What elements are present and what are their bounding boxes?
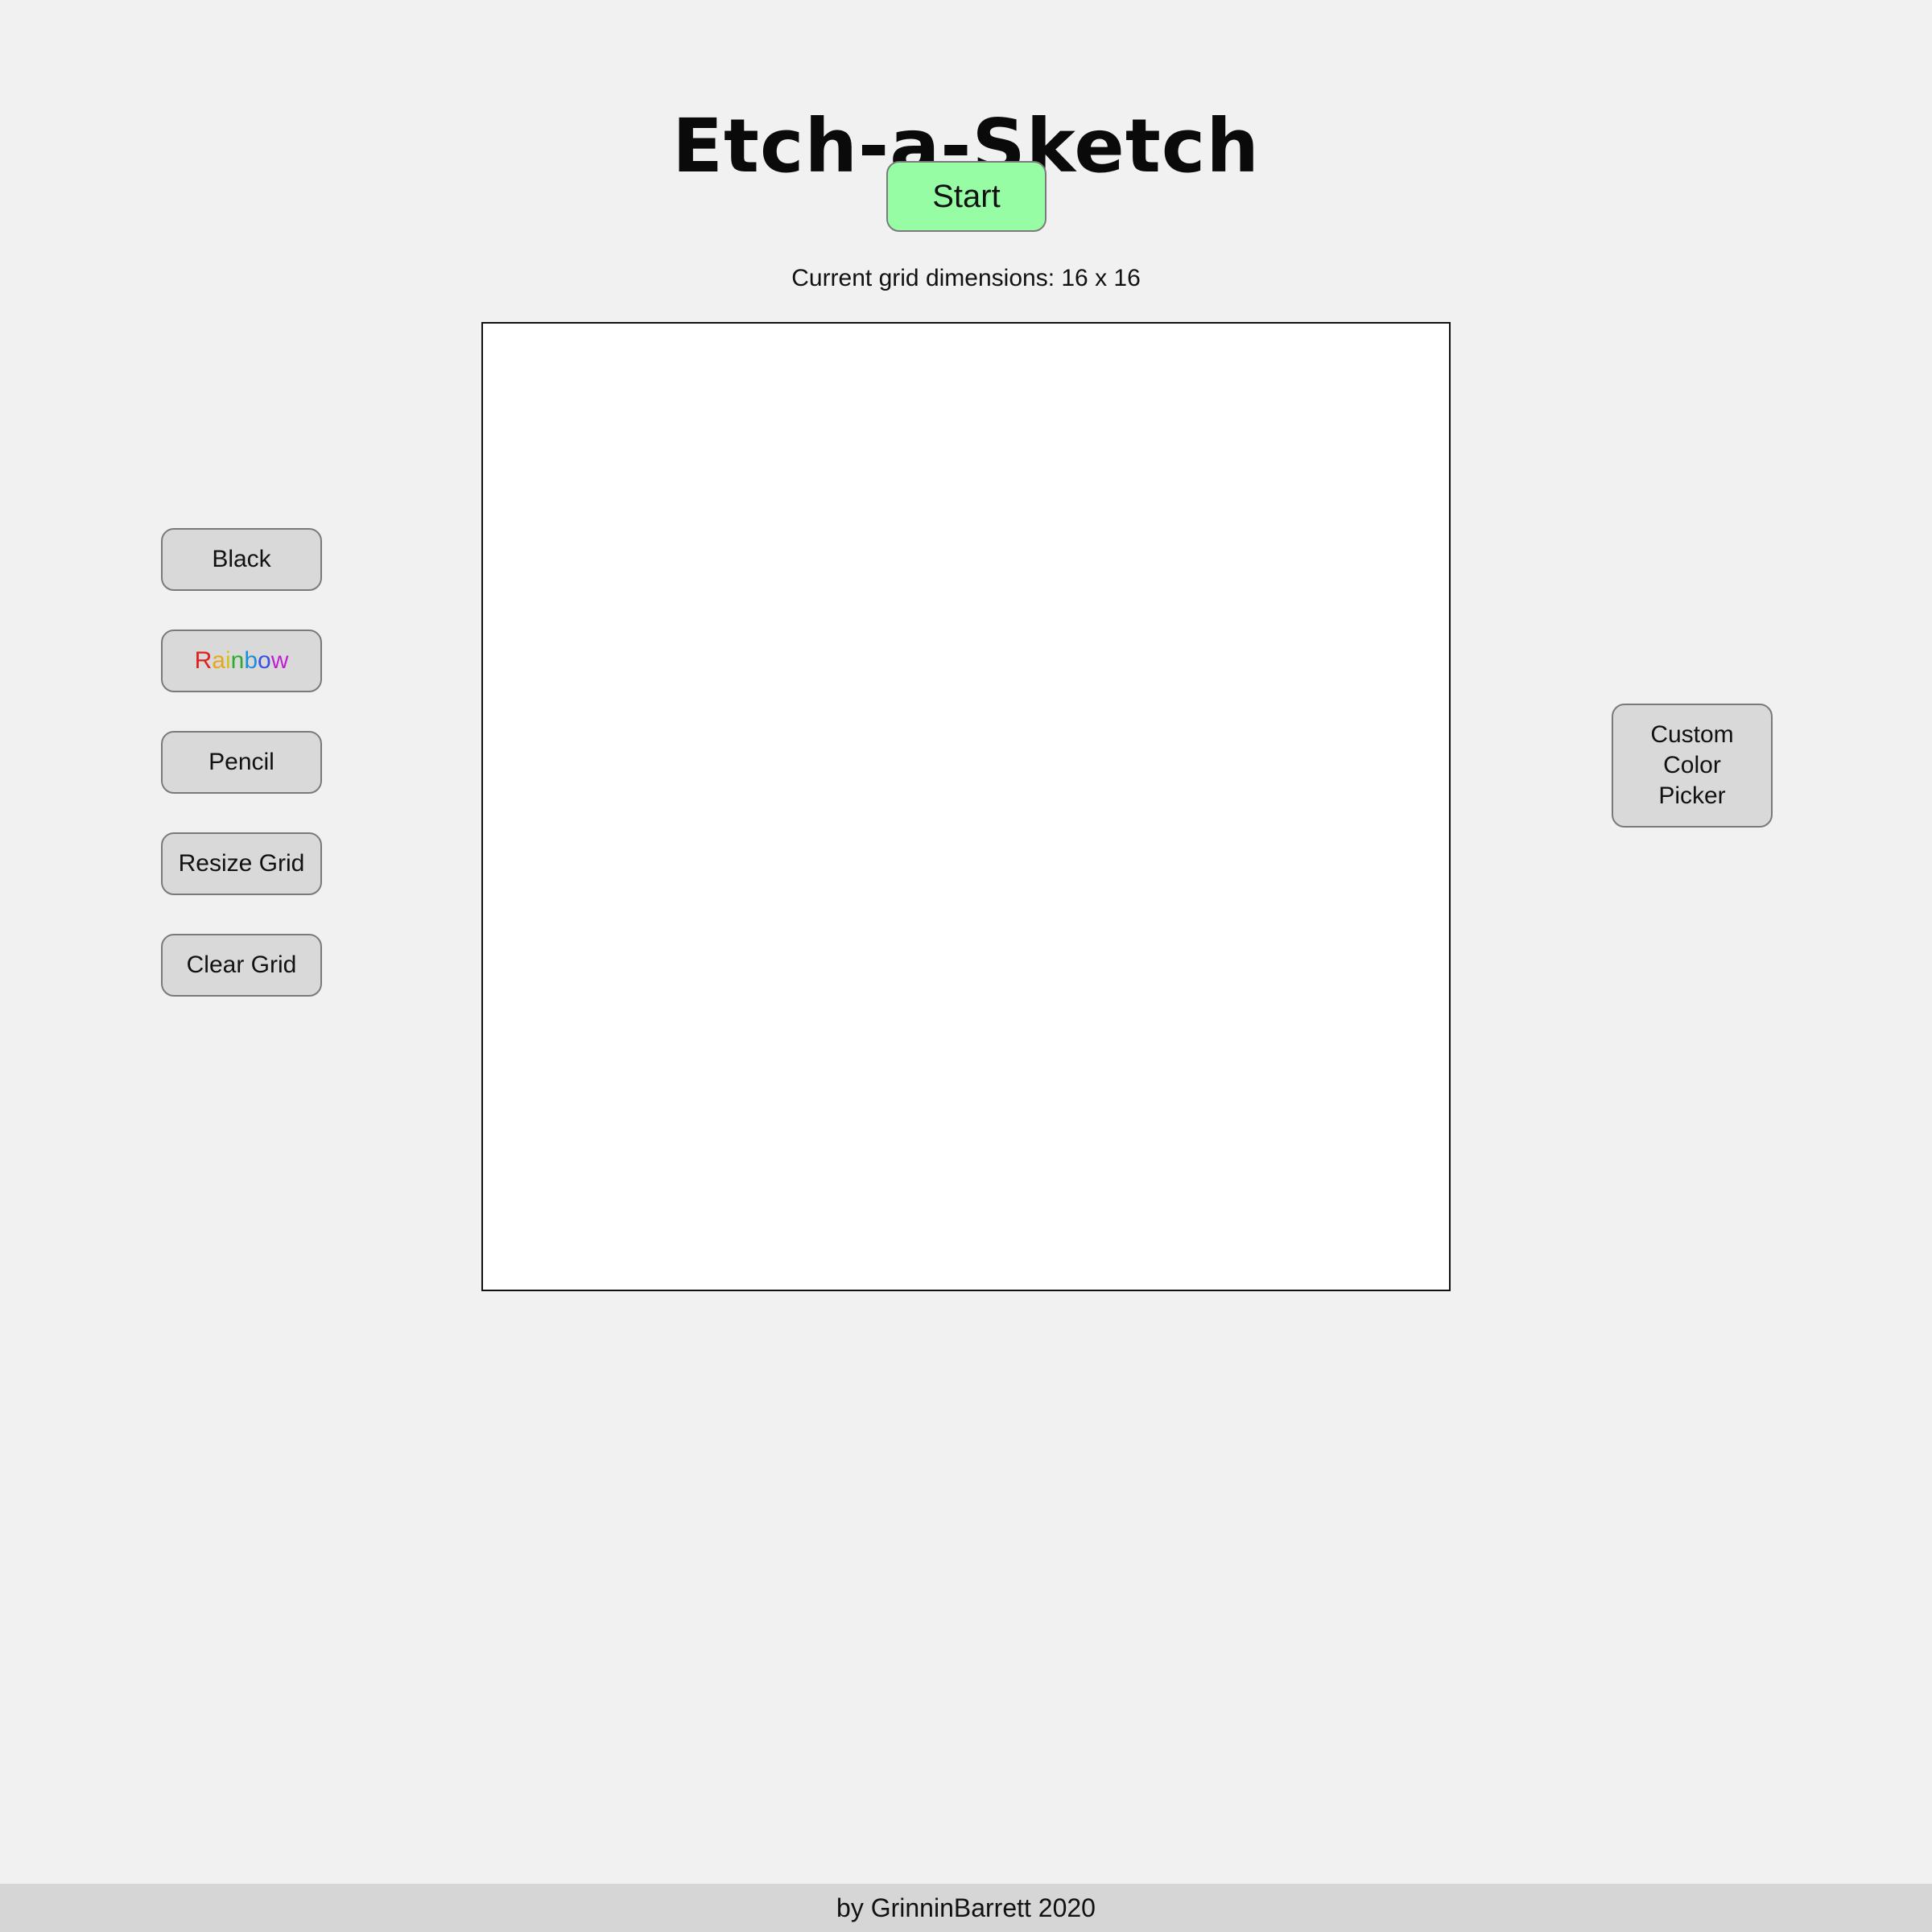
rainbow-letter: o bbox=[258, 647, 271, 674]
resize-grid-button[interactable]: Resize Grid bbox=[161, 832, 322, 895]
rainbow-letter: b bbox=[244, 647, 258, 674]
pencil-mode-button[interactable]: Pencil bbox=[161, 731, 322, 794]
rainbow-letter: w bbox=[270, 647, 289, 674]
custom-color-picker-button[interactable]: Custom Color Picker bbox=[1612, 704, 1773, 828]
rainbow-mode-button[interactable]: Rainbow bbox=[161, 630, 322, 692]
start-button[interactable]: Start bbox=[886, 161, 1046, 232]
rainbow-letter: a bbox=[212, 647, 225, 674]
rainbow-label: Rainbow bbox=[195, 646, 289, 676]
rainbow-letter: i bbox=[225, 647, 231, 674]
rainbow-letter: R bbox=[194, 647, 213, 674]
black-mode-button[interactable]: Black bbox=[161, 528, 322, 591]
grid-dimensions-status: Current grid dimensions: 16 x 16 bbox=[791, 265, 1141, 291]
footer: by GrinninBarrett 2020 bbox=[0, 1884, 1932, 1932]
app-page: Etch-a-Sketch Start Current grid dimensi… bbox=[0, 0, 1932, 1932]
sketch-grid[interactable] bbox=[481, 322, 1451, 1291]
clear-grid-button[interactable]: Clear Grid bbox=[161, 934, 322, 997]
rainbow-letter: n bbox=[230, 647, 245, 674]
footer-credit: by GrinninBarrett 2020 bbox=[836, 1893, 1096, 1922]
